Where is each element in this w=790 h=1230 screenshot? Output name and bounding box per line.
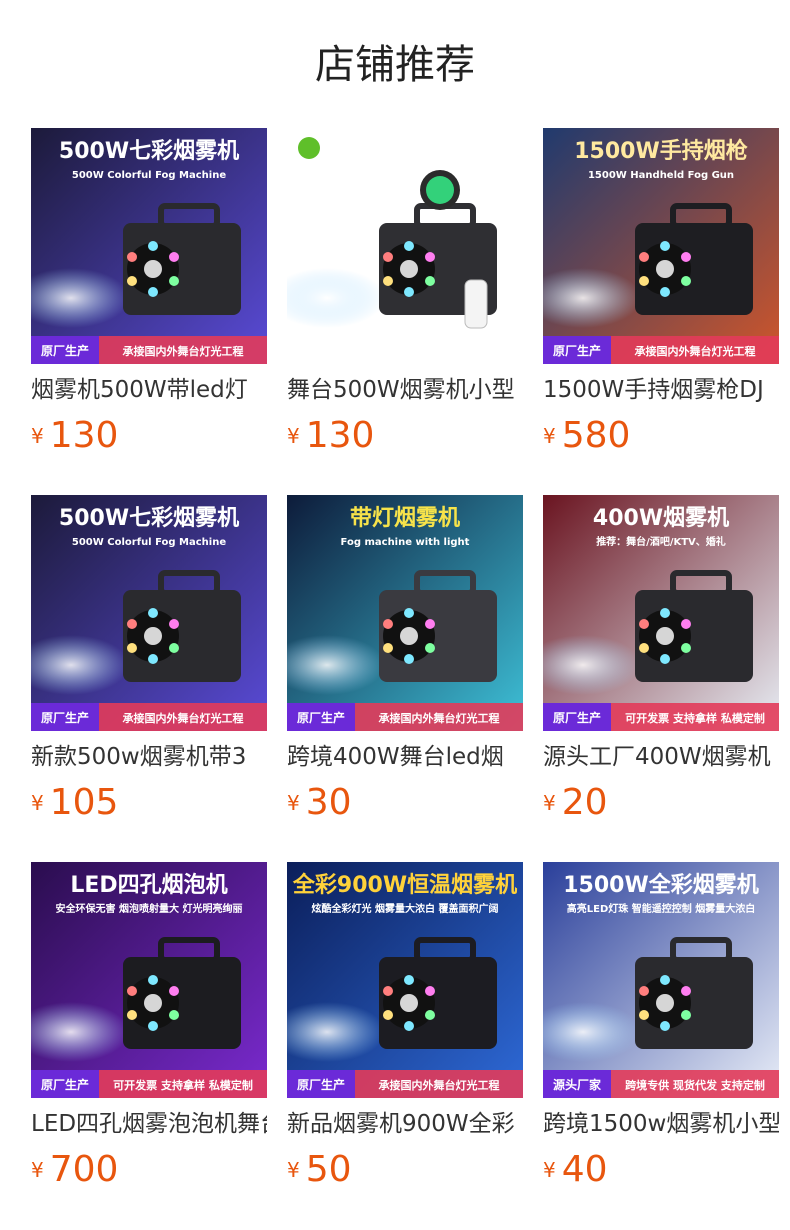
product-thumbnail: LED四孔烟泡机安全环保无害 烟泡喷射量大 灯光明亮绚丽原厂生产 可开发票 支持拿… [31,862,267,1098]
thumb-badge: 原厂生产 [41,710,89,725]
price-value: 105 [49,782,119,823]
product-card[interactable]: 500W七彩烟雾机 500W Colorful Fog Machine 原厂生产 承接… [31,128,267,468]
thumb-subline: 高亮LED灯珠 智能遥控控制 烟雾量大浓白 [567,902,755,915]
product-image[interactable]: 全彩900W恒温烟雾机炫酷全彩灯光 烟雾量大浓白 覆盖面积广阔原厂生产 承接国内外… [287,862,523,1098]
thumb-badge: 原厂生产 [553,343,601,358]
product-price: ¥580 [543,414,779,458]
product-price: ¥50 [287,1148,523,1192]
product-thumbnail: 400W烟雾机推荐：舞台/酒吧/KTV、婚礼原厂生产 可开发票 支持拿样 私模定制 [543,495,779,731]
thumb-subline: 安全环保无害 烟泡喷射量大 灯光明亮绚丽 [56,902,243,915]
product-image[interactable]: 带灯烟雾机 Fog machine with light 原厂生产 承接国内外舞台灯光… [287,495,523,731]
thumb-badge: 原厂生产 [41,1077,89,1092]
product-price: ¥20 [543,781,779,825]
product-thumbnail: 全彩900W恒温烟雾机炫酷全彩灯光 烟雾量大浓白 覆盖面积广阔原厂生产 承接国内外… [287,862,523,1098]
price-value: 50 [305,1149,352,1190]
product-price: ¥700 [31,1148,267,1192]
product-name[interactable]: 新品烟雾机900W全彩 [287,1108,523,1140]
product-thumbnail: 带灯烟雾机 Fog machine with light 原厂生产 承接国内外舞台灯光… [287,495,523,731]
product-image[interactable]: 1500W全彩烟雾机高亮LED灯珠 智能遥控控制 烟雾量大浓白源头厂家 跨境专供 … [543,862,779,1098]
product-thumbnail: 500W七彩烟雾机 500W Colorful Fog Machine 原厂生产 承接… [31,128,267,364]
currency-symbol: ¥ [543,424,556,448]
currency-symbol: ¥ [543,791,556,815]
currency-symbol: ¥ [287,424,300,448]
product-thumbnail: 500W七彩烟雾机 500W Colorful Fog Machine 原厂生产 承接… [31,495,267,731]
product-name[interactable]: 舞台500W烟雾机小型 [287,374,523,406]
thumb-banner: 承接国内外舞台灯光工程 [379,711,500,725]
thumb-subline: Fog machine with light [341,537,470,548]
thumb-headline: 400W烟雾机 [593,506,729,531]
thumb-subline: 1500W Handheld Fog Gun [588,170,734,181]
product-price: ¥130 [287,414,523,458]
product-card[interactable]: 全彩900W恒温烟雾机炫酷全彩灯光 烟雾量大浓白 覆盖面积广阔原厂生产 承接国内外… [287,862,523,1202]
product-image[interactable]: 500W七彩烟雾机 500W Colorful Fog Machine 原厂生产 承接… [31,495,267,731]
price-value: 30 [305,782,352,823]
thumb-subline: 500W Colorful Fog Machine [72,537,226,548]
currency-symbol: ¥ [31,791,44,815]
product-card[interactable]: 1500W手持烟枪 1500W Handheld Fog Gun 原厂生产 承接国内外… [543,128,779,468]
product-price: ¥40 [543,1148,779,1192]
product-thumbnail: 1500W手持烟枪 1500W Handheld Fog Gun 原厂生产 承接国内外… [543,128,779,364]
product-image[interactable]: 1500W手持烟枪 1500W Handheld Fog Gun 原厂生产 承接国内外… [543,128,779,364]
product-thumbnail [287,128,523,364]
product-name[interactable]: 新款500w烟雾机带3 [31,741,267,773]
product-name[interactable]: 跨境1500w烟雾机小型 [543,1108,779,1140]
currency-symbol: ¥ [31,424,44,448]
product-card[interactable]: LED四孔烟泡机安全环保无害 烟泡喷射量大 灯光明亮绚丽原厂生产 可开发票 支持拿… [31,862,267,1202]
thumb-banner: 承接国内外舞台灯光工程 [123,344,244,358]
thumb-subline: 500W Colorful Fog Machine [72,170,226,181]
thumb-badge: 原厂生产 [297,710,345,725]
thumb-headline: 500W七彩烟雾机 [59,506,239,531]
product-card[interactable]: 500W七彩烟雾机 500W Colorful Fog Machine 原厂生产 承接… [31,495,267,835]
product-image[interactable]: 400W烟雾机推荐：舞台/酒吧/KTV、婚礼原厂生产 可开发票 支持拿样 私模定制 [543,495,779,731]
page-title: 店铺推荐 [315,42,475,88]
product-image[interactable]: 500W七彩烟雾机 500W Colorful Fog Machine 原厂生产 承接… [31,128,267,364]
thumb-headline: 带灯烟雾机 [350,506,460,531]
price-value: 580 [561,415,631,456]
product-card[interactable]: 400W烟雾机推荐：舞台/酒吧/KTV、婚礼原厂生产 可开发票 支持拿样 私模定制… [543,495,779,835]
thumb-headline: 500W七彩烟雾机 [59,139,239,164]
thumb-headline: 1500W手持烟枪 [574,138,748,164]
product-image[interactable]: LED四孔烟泡机安全环保无害 烟泡喷射量大 灯光明亮绚丽原厂生产 可开发票 支持拿… [31,862,267,1098]
product-name[interactable]: 源头工厂400W烟雾机 [543,741,779,773]
product-card[interactable]: 舞台500W烟雾机小型 ¥130 [287,128,523,468]
product-price: ¥105 [31,781,267,825]
thumb-banner: 承接国内外舞台灯光工程 [635,344,756,358]
thumb-badge: 原厂生产 [41,343,89,358]
thumb-headline: 全彩900W恒温烟雾机 [292,872,517,898]
price-value: 130 [49,415,119,456]
product-image[interactable] [287,128,523,364]
thumb-subline: 炫酷全彩灯光 烟雾量大浓白 覆盖面积广阔 [312,902,499,915]
thumb-badge: 原厂生产 [553,710,601,725]
product-name[interactable]: LED四孔烟雾泡泡机舞台 [31,1108,267,1140]
product-price: ¥30 [287,781,523,825]
product-name[interactable]: 跨境400W舞台led烟 [287,741,523,773]
thumb-headline: LED四孔烟泡机 [70,872,227,898]
thumb-banner: 跨境专供 现货代发 支持定制 [625,1078,765,1092]
price-value: 40 [561,1149,608,1190]
price-value: 130 [305,415,375,456]
currency-symbol: ¥ [287,1158,300,1182]
product-thumbnail: 1500W全彩烟雾机高亮LED灯珠 智能遥控控制 烟雾量大浓白源头厂家 跨境专供 … [543,862,779,1098]
thumb-banner: 承接国内外舞台灯光工程 [123,711,244,725]
product-price: ¥130 [31,414,267,458]
thumb-subline: 推荐：舞台/酒吧/KTV、婚礼 [596,535,726,548]
product-name[interactable]: 1500W手持烟雾枪DJ [543,374,779,406]
thumb-badge: 源头厂家 [553,1077,602,1092]
product-card[interactable]: 1500W全彩烟雾机高亮LED灯珠 智能遥控控制 烟雾量大浓白源头厂家 跨境专供 … [543,862,779,1202]
product-name[interactable]: 烟雾机500W带led灯 [31,374,267,406]
currency-symbol: ¥ [287,791,300,815]
price-value: 700 [49,1149,119,1190]
thumb-headline: 1500W全彩烟雾机 [563,872,759,898]
price-value: 20 [561,782,608,823]
thumb-banner: 可开发票 支持拿样 私模定制 [625,711,765,725]
currency-symbol: ¥ [543,1158,556,1182]
thumb-badge: 原厂生产 [297,1077,345,1092]
product-card[interactable]: 带灯烟雾机 Fog machine with light 原厂生产 承接国内外舞台灯光… [287,495,523,835]
thumb-banner: 承接国内外舞台灯光工程 [379,1078,500,1092]
currency-symbol: ¥ [31,1158,44,1182]
thumb-banner: 可开发票 支持拿样 私模定制 [113,1078,253,1092]
